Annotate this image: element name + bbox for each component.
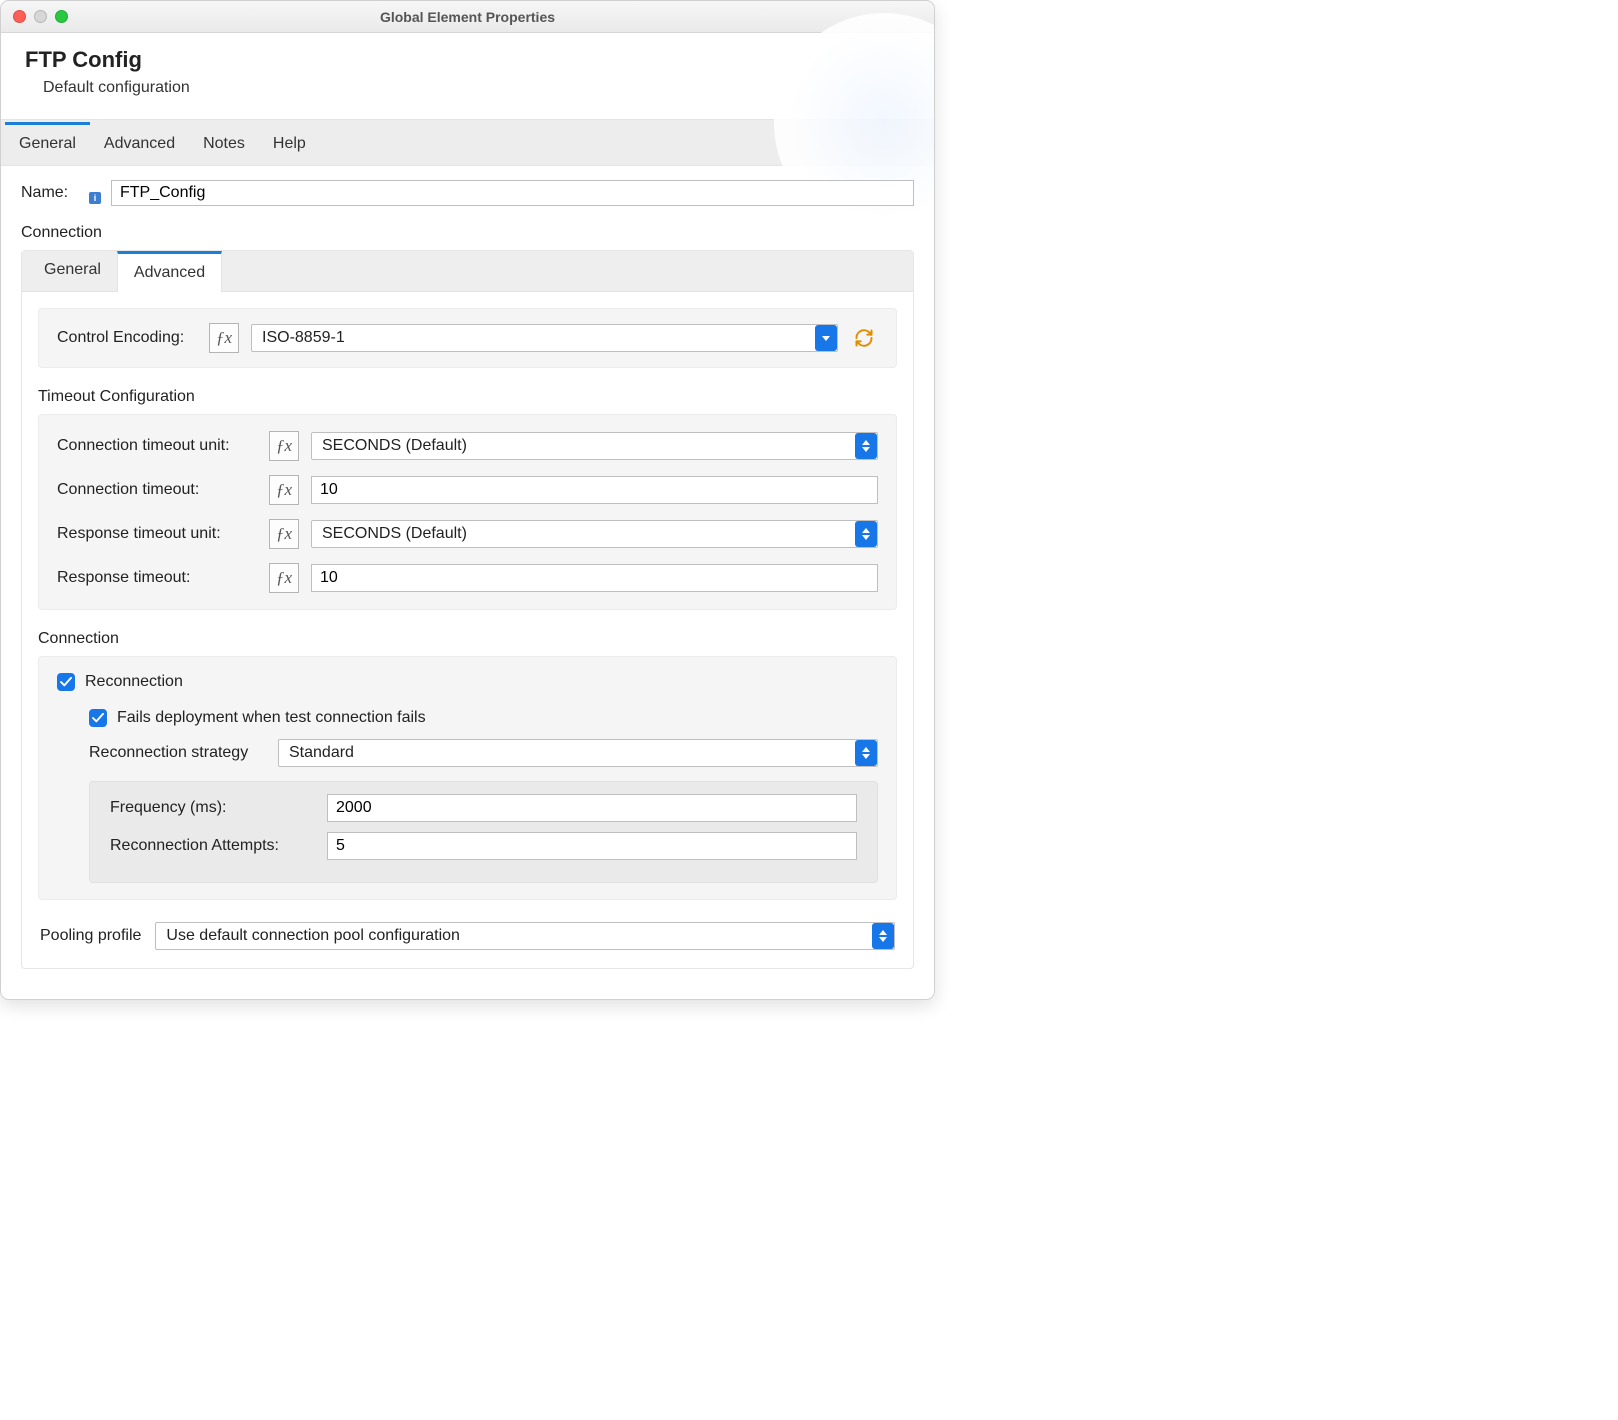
reload-icon[interactable]: [850, 328, 878, 348]
titlebar: Global Element Properties: [1, 1, 934, 33]
conn-timeout-unit-label: Connection timeout unit:: [57, 437, 257, 455]
name-row: Name: i: [21, 180, 914, 206]
strategy-label: Reconnection strategy: [89, 744, 264, 762]
fx-button[interactable]: ƒx: [269, 475, 299, 505]
conn-timeout-unit-select[interactable]: SECONDS (Default): [311, 432, 878, 460]
header-subtitle: Default configuration: [25, 79, 910, 97]
fx-button[interactable]: ƒx: [269, 519, 299, 549]
resp-timeout-unit-value: SECONDS (Default): [322, 525, 855, 543]
tab-advanced[interactable]: Advanced: [90, 125, 189, 165]
subtab-general[interactable]: General: [28, 251, 117, 291]
fx-button[interactable]: ƒx: [269, 431, 299, 461]
window-controls: [1, 10, 68, 23]
frequency-input[interactable]: [327, 794, 857, 822]
stepper-icon: [855, 433, 877, 459]
resp-timeout-unit-label: Response timeout unit:: [57, 525, 257, 543]
reconnection-group: Reconnection Fails deployment when test …: [38, 656, 897, 900]
reconnection-checkbox[interactable]: [57, 673, 75, 691]
dialog-header: FTP Config Default configuration: [1, 33, 934, 119]
resp-timeout-unit-select[interactable]: SECONDS (Default): [311, 520, 878, 548]
stepper-icon: [872, 923, 894, 949]
dialog-body: Name: i Connection General Advanced Cont…: [1, 166, 934, 999]
connection-subtabs: General Advanced: [22, 251, 913, 292]
conn-timeout-input[interactable]: [311, 476, 878, 504]
info-icon: i: [89, 192, 101, 204]
tab-general[interactable]: General: [5, 122, 90, 165]
tab-help[interactable]: Help: [259, 125, 320, 165]
strategy-params: Frequency (ms): Reconnection Attempts:: [89, 781, 878, 883]
encoding-label: Control Encoding:: [57, 329, 197, 347]
stepper-icon: [855, 521, 877, 547]
encoding-group: Control Encoding: ƒx ISO-8859-1: [38, 308, 897, 368]
pooling-label: Pooling profile: [40, 927, 141, 945]
tab-notes[interactable]: Notes: [189, 125, 259, 165]
fx-button[interactable]: ƒx: [269, 563, 299, 593]
conn-timeout-unit-value: SECONDS (Default): [322, 437, 855, 455]
fx-button[interactable]: ƒx: [209, 323, 239, 353]
connection2-title: Connection: [38, 630, 913, 648]
connection-section-label: Connection: [21, 224, 914, 242]
zoom-icon[interactable]: [55, 10, 68, 23]
pooling-value: Use default connection pool configuratio…: [166, 927, 872, 945]
dialog-window: Global Element Properties FTP Config Def…: [0, 0, 935, 1000]
encoding-select[interactable]: ISO-8859-1: [251, 324, 838, 352]
chevron-down-icon: [815, 325, 837, 351]
close-icon[interactable]: [13, 10, 26, 23]
resp-timeout-label: Response timeout:: [57, 569, 257, 587]
attempts-input[interactable]: [327, 832, 857, 860]
fails-deploy-label: Fails deployment when test connection fa…: [117, 709, 426, 727]
main-tabs: General Advanced Notes Help: [1, 119, 934, 166]
timeout-title: Timeout Configuration: [38, 388, 913, 406]
name-label: Name:: [21, 184, 81, 202]
connection-panel: General Advanced Control Encoding: ƒx IS…: [21, 250, 914, 969]
subtab-advanced[interactable]: Advanced: [117, 251, 222, 292]
attempts-label: Reconnection Attempts:: [110, 837, 315, 855]
minimize-icon[interactable]: [34, 10, 47, 23]
frequency-label: Frequency (ms):: [110, 799, 315, 817]
encoding-value: ISO-8859-1: [262, 329, 815, 347]
timeout-group: Connection timeout unit: ƒx SECONDS (Def…: [38, 414, 897, 610]
header-title: FTP Config: [25, 47, 910, 73]
name-input[interactable]: [111, 180, 914, 206]
stepper-icon: [855, 740, 877, 766]
fails-deploy-checkbox[interactable]: [89, 709, 107, 727]
reconnection-nested: Fails deployment when test connection fa…: [89, 709, 878, 883]
pooling-select[interactable]: Use default connection pool configuratio…: [155, 922, 895, 950]
reconnection-label: Reconnection: [85, 673, 183, 691]
conn-timeout-label: Connection timeout:: [57, 481, 257, 499]
window-title: Global Element Properties: [1, 9, 934, 25]
pooling-row: Pooling profile Use default connection p…: [40, 922, 895, 950]
strategy-value: Standard: [289, 744, 855, 762]
resp-timeout-input[interactable]: [311, 564, 878, 592]
strategy-select[interactable]: Standard: [278, 739, 878, 767]
